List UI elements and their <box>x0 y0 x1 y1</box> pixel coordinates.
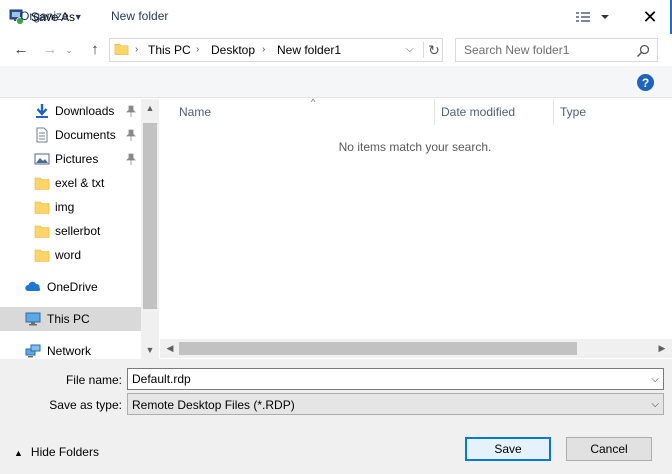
empty-message: No items match your search. <box>338 140 492 154</box>
forward-button[interactable]: → <box>39 38 61 60</box>
folder-icon <box>114 44 129 55</box>
close-button[interactable]: ✕ <box>628 0 672 34</box>
sidebar-item-pictures[interactable]: Pictures <box>0 147 141 171</box>
refresh-button[interactable]: ↻ <box>426 41 442 59</box>
address-dropdown-button[interactable]: ⌵ <box>406 44 414 55</box>
sidebar-item-label: Network <box>47 344 92 358</box>
sidebar-item-label: sellerbot <box>55 224 101 238</box>
sidebar-item-img[interactable]: img <box>0 195 141 219</box>
pictures-icon <box>34 153 50 165</box>
sidebar-item-downloads[interactable]: Downloads <box>0 99 141 123</box>
sidebar-item-label: img <box>55 200 75 214</box>
column-label: Name <box>179 105 212 119</box>
title-bar <box>0 0 672 34</box>
sidebar-item-this-pc[interactable]: This PC <box>0 307 141 331</box>
breadcrumb-separator: › <box>262 44 266 55</box>
sidebar-item-documents[interactable]: Documents <box>0 123 141 147</box>
sidebar-item-label: word <box>55 248 82 262</box>
file-name-combobox[interactable]: ⌵ <box>127 368 664 390</box>
file-list[interactable]: Name ^ Date modified Type No items match … <box>160 97 672 338</box>
scroll-down-button[interactable]: ▼ <box>141 341 159 359</box>
chevron-up-icon: ▲ <box>14 448 23 458</box>
scrollbar-thumb[interactable] <box>143 123 157 309</box>
breadcrumb-this-pc[interactable]: This PC <box>148 43 191 57</box>
sort-ascending-icon: ^ <box>311 97 316 107</box>
pin-icon[interactable] <box>126 153 136 165</box>
navigation-pane: Downloads Documents Pictures exel & txt … <box>0 99 159 359</box>
save-as-type-value: Remote Desktop Files (*.RDP) <box>132 398 295 412</box>
sidebar-item-exel-txt[interactable]: exel & txt <box>0 171 141 195</box>
sidebar-item-label: This PC <box>47 312 90 326</box>
back-button[interactable]: ← <box>10 38 32 60</box>
change-view-button[interactable] <box>575 9 611 25</box>
up-button[interactable]: ↑ <box>84 38 106 60</box>
column-header-name[interactable]: Name ^ <box>173 97 434 125</box>
documents-icon <box>36 127 48 143</box>
save-as-type-label: Save as type: <box>49 398 122 412</box>
breadcrumb-separator: › <box>196 44 200 55</box>
folder-icon <box>34 225 50 238</box>
column-header-type[interactable]: Type <box>553 99 672 125</box>
hide-folders-label: Hide Folders <box>30 445 99 459</box>
sidebar-item-label: OneDrive <box>47 280 98 294</box>
scroll-right-button[interactable]: ▶ <box>652 339 672 358</box>
sidebar-item-sellerbot[interactable]: sellerbot <box>0 219 141 243</box>
save-button[interactable]: Save <box>465 437 551 461</box>
folder-icon <box>34 249 50 262</box>
scroll-up-button[interactable]: ▲ <box>141 99 159 117</box>
sidebar-item-label: Documents <box>55 128 116 142</box>
new-folder-button[interactable]: New folder <box>111 9 168 23</box>
command-bar <box>0 66 672 98</box>
scrollbar-thumb[interactable] <box>179 342 577 355</box>
hide-folders-button[interactable]: ▲ Hide Folders <box>14 445 99 459</box>
breadcrumb-separator: › <box>135 44 139 55</box>
chevron-down-icon: ▼ <box>73 12 83 22</box>
folder-icon <box>34 201 50 214</box>
scroll-left-button[interactable]: ◀ <box>160 339 180 358</box>
divider <box>423 42 424 58</box>
recent-locations-button[interactable]: ⌄ <box>62 39 76 61</box>
network-icon <box>25 344 41 358</box>
pin-icon[interactable] <box>126 129 136 141</box>
organize-button[interactable]: Organize ▼ <box>20 9 83 23</box>
sidebar-item-label: Pictures <box>55 152 99 166</box>
file-name-input[interactable] <box>132 372 632 386</box>
cancel-button[interactable]: Cancel <box>566 437 652 461</box>
folder-icon <box>34 177 50 190</box>
chevron-down-icon[interactable]: ⌵ <box>651 399 659 410</box>
search-input[interactable] <box>464 43 624 57</box>
sidebar-scrollbar[interactable]: ▲ ▼ <box>141 99 159 359</box>
sidebar-item-label: exel & txt <box>55 176 105 190</box>
sidebar-item-word[interactable]: word <box>0 243 141 267</box>
file-name-label: File name: <box>65 373 122 387</box>
breadcrumb-desktop[interactable]: Desktop <box>211 43 255 57</box>
search-box[interactable] <box>455 38 658 62</box>
horizontal-scrollbar[interactable]: ◀ ▶ <box>160 339 672 358</box>
sidebar-item-label: Downloads <box>55 104 115 118</box>
breadcrumb-new-folder1[interactable]: New folder1 <box>277 43 341 57</box>
computer-icon <box>25 312 41 326</box>
search-icon[interactable] <box>636 44 650 58</box>
save-as-type-select[interactable]: Remote Desktop Files (*.RDP) ⌵ <box>127 393 664 415</box>
column-header-date-modified[interactable]: Date modified <box>434 99 553 125</box>
onedrive-icon <box>25 281 41 291</box>
sidebar-item-onedrive[interactable]: OneDrive <box>0 275 141 299</box>
help-button[interactable]: ? <box>637 74 654 91</box>
download-icon <box>36 104 48 118</box>
pin-icon[interactable] <box>126 105 136 117</box>
address-bar[interactable]: › This PC › Desktop › New folder1 ⌵ ↻ <box>109 38 443 62</box>
chevron-down-icon[interactable]: ⌵ <box>651 374 659 385</box>
organize-label: Organize <box>20 9 69 23</box>
